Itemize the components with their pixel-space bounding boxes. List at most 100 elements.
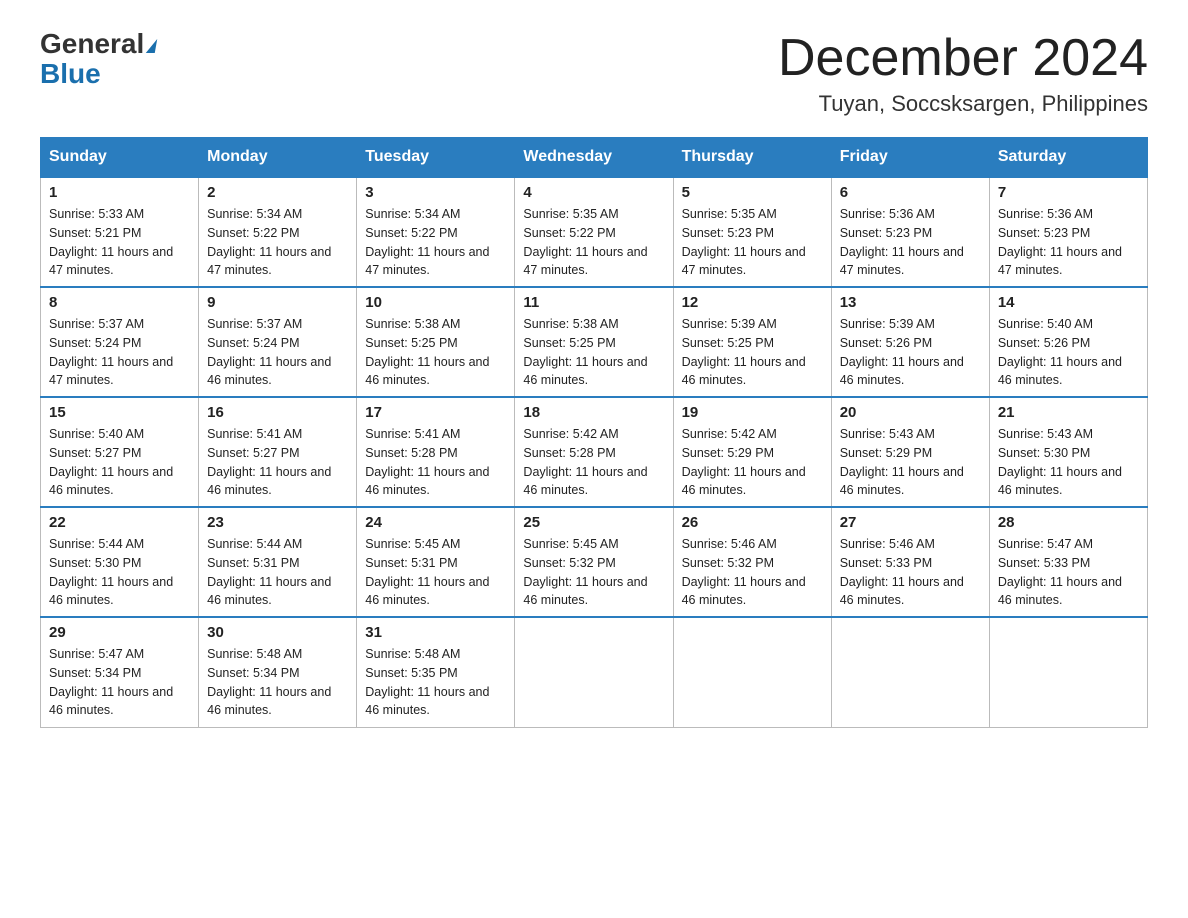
day-info: Sunrise: 5:36 AMSunset: 5:23 PMDaylight:…: [998, 205, 1139, 280]
weekday-header-saturday: Saturday: [989, 138, 1147, 178]
page-header: General Blue December 2024 Tuyan, Soccsk…: [40, 30, 1148, 117]
weekday-header-row: SundayMondayTuesdayWednesdayThursdayFrid…: [41, 138, 1148, 178]
calendar-week-row: 15 Sunrise: 5:40 AMSunset: 5:27 PMDaylig…: [41, 397, 1148, 507]
day-info: Sunrise: 5:34 AMSunset: 5:22 PMDaylight:…: [207, 205, 348, 280]
calendar-cell: 30 Sunrise: 5:48 AMSunset: 5:34 PMDaylig…: [199, 617, 357, 727]
calendar-cell: 2 Sunrise: 5:34 AMSunset: 5:22 PMDayligh…: [199, 177, 357, 287]
day-info: Sunrise: 5:48 AMSunset: 5:35 PMDaylight:…: [365, 645, 506, 720]
day-number: 7: [998, 184, 1139, 201]
day-number: 3: [365, 184, 506, 201]
calendar-cell: 21 Sunrise: 5:43 AMSunset: 5:30 PMDaylig…: [989, 397, 1147, 507]
location-subtitle: Tuyan, Soccsksargen, Philippines: [778, 91, 1148, 117]
calendar-cell: 8 Sunrise: 5:37 AMSunset: 5:24 PMDayligh…: [41, 287, 199, 397]
day-info: Sunrise: 5:45 AMSunset: 5:31 PMDaylight:…: [365, 535, 506, 610]
day-number: 22: [49, 514, 190, 531]
day-info: Sunrise: 5:36 AMSunset: 5:23 PMDaylight:…: [840, 205, 981, 280]
day-number: 12: [682, 294, 823, 311]
calendar-cell: 6 Sunrise: 5:36 AMSunset: 5:23 PMDayligh…: [831, 177, 989, 287]
title-section: December 2024 Tuyan, Soccsksargen, Phili…: [778, 30, 1148, 117]
calendar-cell: 3 Sunrise: 5:34 AMSunset: 5:22 PMDayligh…: [357, 177, 515, 287]
calendar-cell: [515, 617, 673, 727]
day-info: Sunrise: 5:33 AMSunset: 5:21 PMDaylight:…: [49, 205, 190, 280]
day-info: Sunrise: 5:40 AMSunset: 5:27 PMDaylight:…: [49, 425, 190, 500]
day-number: 29: [49, 624, 190, 641]
calendar-cell: 20 Sunrise: 5:43 AMSunset: 5:29 PMDaylig…: [831, 397, 989, 507]
day-number: 25: [523, 514, 664, 531]
weekday-header-sunday: Sunday: [41, 138, 199, 178]
day-info: Sunrise: 5:45 AMSunset: 5:32 PMDaylight:…: [523, 535, 664, 610]
calendar-cell: [989, 617, 1147, 727]
day-number: 15: [49, 404, 190, 421]
day-number: 23: [207, 514, 348, 531]
day-number: 5: [682, 184, 823, 201]
day-info: Sunrise: 5:44 AMSunset: 5:31 PMDaylight:…: [207, 535, 348, 610]
day-number: 6: [840, 184, 981, 201]
day-info: Sunrise: 5:37 AMSunset: 5:24 PMDaylight:…: [207, 315, 348, 390]
weekday-header-friday: Friday: [831, 138, 989, 178]
calendar-cell: 14 Sunrise: 5:40 AMSunset: 5:26 PMDaylig…: [989, 287, 1147, 397]
logo: General Blue: [40, 30, 156, 88]
day-number: 30: [207, 624, 348, 641]
calendar-cell: 17 Sunrise: 5:41 AMSunset: 5:28 PMDaylig…: [357, 397, 515, 507]
day-info: Sunrise: 5:44 AMSunset: 5:30 PMDaylight:…: [49, 535, 190, 610]
day-number: 4: [523, 184, 664, 201]
day-number: 17: [365, 404, 506, 421]
calendar-cell: 5 Sunrise: 5:35 AMSunset: 5:23 PMDayligh…: [673, 177, 831, 287]
day-info: Sunrise: 5:42 AMSunset: 5:28 PMDaylight:…: [523, 425, 664, 500]
day-number: 1: [49, 184, 190, 201]
month-title: December 2024: [778, 30, 1148, 87]
calendar-week-row: 29 Sunrise: 5:47 AMSunset: 5:34 PMDaylig…: [41, 617, 1148, 727]
day-info: Sunrise: 5:38 AMSunset: 5:25 PMDaylight:…: [523, 315, 664, 390]
day-number: 14: [998, 294, 1139, 311]
calendar-cell: 9 Sunrise: 5:37 AMSunset: 5:24 PMDayligh…: [199, 287, 357, 397]
day-info: Sunrise: 5:38 AMSunset: 5:25 PMDaylight:…: [365, 315, 506, 390]
day-info: Sunrise: 5:48 AMSunset: 5:34 PMDaylight:…: [207, 645, 348, 720]
calendar-cell: 24 Sunrise: 5:45 AMSunset: 5:31 PMDaylig…: [357, 507, 515, 617]
calendar-cell: 16 Sunrise: 5:41 AMSunset: 5:27 PMDaylig…: [199, 397, 357, 507]
calendar-cell: 31 Sunrise: 5:48 AMSunset: 5:35 PMDaylig…: [357, 617, 515, 727]
calendar-cell: 25 Sunrise: 5:45 AMSunset: 5:32 PMDaylig…: [515, 507, 673, 617]
day-number: 21: [998, 404, 1139, 421]
calendar-cell: 28 Sunrise: 5:47 AMSunset: 5:33 PMDaylig…: [989, 507, 1147, 617]
weekday-header-tuesday: Tuesday: [357, 138, 515, 178]
weekday-header-wednesday: Wednesday: [515, 138, 673, 178]
calendar-week-row: 22 Sunrise: 5:44 AMSunset: 5:30 PMDaylig…: [41, 507, 1148, 617]
day-number: 28: [998, 514, 1139, 531]
weekday-header-monday: Monday: [199, 138, 357, 178]
day-number: 10: [365, 294, 506, 311]
calendar-cell: [831, 617, 989, 727]
day-number: 24: [365, 514, 506, 531]
calendar-cell: 22 Sunrise: 5:44 AMSunset: 5:30 PMDaylig…: [41, 507, 199, 617]
day-number: 27: [840, 514, 981, 531]
calendar-table: SundayMondayTuesdayWednesdayThursdayFrid…: [40, 137, 1148, 728]
day-number: 8: [49, 294, 190, 311]
day-number: 9: [207, 294, 348, 311]
logo-blue: Blue: [40, 60, 101, 88]
weekday-header-thursday: Thursday: [673, 138, 831, 178]
day-number: 26: [682, 514, 823, 531]
day-info: Sunrise: 5:47 AMSunset: 5:33 PMDaylight:…: [998, 535, 1139, 610]
day-info: Sunrise: 5:46 AMSunset: 5:33 PMDaylight:…: [840, 535, 981, 610]
day-info: Sunrise: 5:43 AMSunset: 5:29 PMDaylight:…: [840, 425, 981, 500]
calendar-cell: 1 Sunrise: 5:33 AMSunset: 5:21 PMDayligh…: [41, 177, 199, 287]
calendar-week-row: 1 Sunrise: 5:33 AMSunset: 5:21 PMDayligh…: [41, 177, 1148, 287]
calendar-cell: 4 Sunrise: 5:35 AMSunset: 5:22 PMDayligh…: [515, 177, 673, 287]
logo-general: General: [40, 28, 144, 59]
day-info: Sunrise: 5:39 AMSunset: 5:25 PMDaylight:…: [682, 315, 823, 390]
calendar-cell: 10 Sunrise: 5:38 AMSunset: 5:25 PMDaylig…: [357, 287, 515, 397]
calendar-cell: [673, 617, 831, 727]
day-info: Sunrise: 5:39 AMSunset: 5:26 PMDaylight:…: [840, 315, 981, 390]
day-info: Sunrise: 5:46 AMSunset: 5:32 PMDaylight:…: [682, 535, 823, 610]
calendar-cell: 15 Sunrise: 5:40 AMSunset: 5:27 PMDaylig…: [41, 397, 199, 507]
day-info: Sunrise: 5:35 AMSunset: 5:22 PMDaylight:…: [523, 205, 664, 280]
calendar-cell: 11 Sunrise: 5:38 AMSunset: 5:25 PMDaylig…: [515, 287, 673, 397]
day-number: 11: [523, 294, 664, 311]
day-info: Sunrise: 5:43 AMSunset: 5:30 PMDaylight:…: [998, 425, 1139, 500]
day-number: 19: [682, 404, 823, 421]
day-info: Sunrise: 5:35 AMSunset: 5:23 PMDaylight:…: [682, 205, 823, 280]
day-info: Sunrise: 5:34 AMSunset: 5:22 PMDaylight:…: [365, 205, 506, 280]
calendar-cell: 18 Sunrise: 5:42 AMSunset: 5:28 PMDaylig…: [515, 397, 673, 507]
day-info: Sunrise: 5:41 AMSunset: 5:28 PMDaylight:…: [365, 425, 506, 500]
day-info: Sunrise: 5:40 AMSunset: 5:26 PMDaylight:…: [998, 315, 1139, 390]
day-number: 31: [365, 624, 506, 641]
